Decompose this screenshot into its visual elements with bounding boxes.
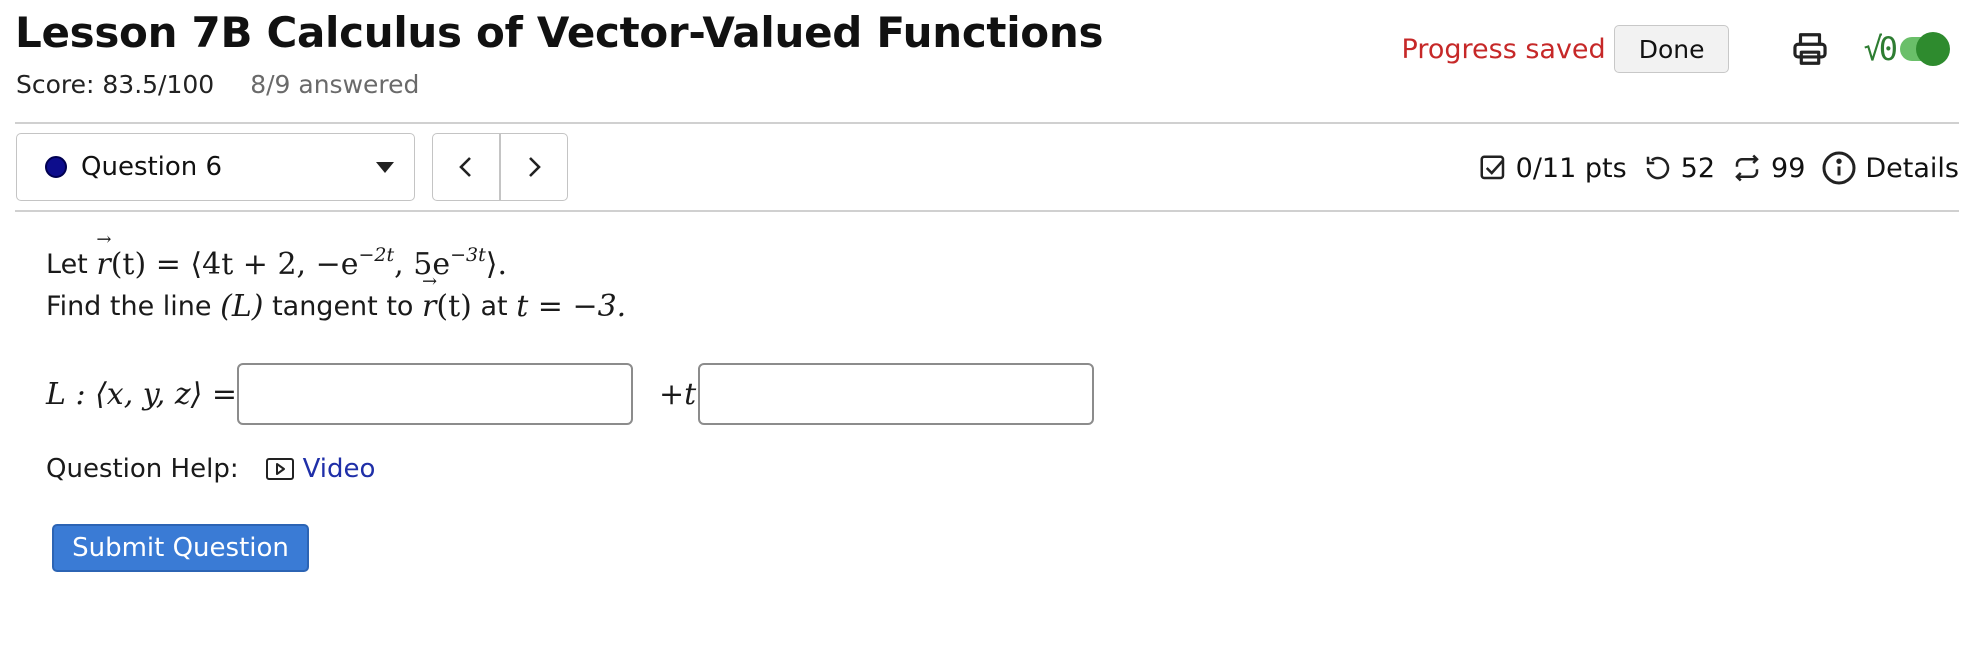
checkbox-icon <box>1480 155 1504 180</box>
question-selector-label: Question 6 <box>81 152 223 182</box>
video-icon[interactable] <box>265 456 295 482</box>
question-status-dot <box>45 156 67 178</box>
details-button[interactable]: Details <box>1821 150 1959 186</box>
r-argument: (t) <box>110 247 147 282</box>
question-nav-group <box>432 133 568 201</box>
exponent-1: −2t <box>358 244 395 266</box>
question-stats: 0/11 pts 52 99 Details <box>1478 148 1959 188</box>
vector-function-expression: r(t) = ⟨4t + 2, −e−2t, 5e−3t⟩. <box>96 229 507 282</box>
line-name: (L) <box>220 288 264 324</box>
line-equation-lhs: L : ⟨x, y, z⟩ = <box>46 376 238 412</box>
header-divider <box>15 122 1959 124</box>
equals-sign: = <box>155 247 181 282</box>
page-title: Lesson 7B Calculus of Vector-Valued Func… <box>15 8 1104 57</box>
chevron-left-icon <box>459 157 471 177</box>
previous-question-button[interactable] <box>433 134 499 200</box>
print-icon[interactable] <box>1791 30 1829 68</box>
find-text: Find the line <box>46 290 212 322</box>
vector-component-1: ⟨4t + 2, −e <box>190 247 359 282</box>
top-toolbar: Progress saved Done √0 <box>1401 24 1950 74</box>
vector-r-2: r <box>422 271 437 324</box>
let-word: Let <box>46 248 88 280</box>
answered-count: 8/9 answered <box>250 70 420 99</box>
toggle-knob <box>1916 32 1950 66</box>
question-line-2: Find the line (L) tangent to r(t) at t =… <box>46 271 627 327</box>
score-text: Score: 83.5/100 <box>16 70 215 99</box>
direction-answer-input[interactable] <box>698 363 1095 425</box>
info-icon <box>1822 151 1856 185</box>
question-line-1: Let r(t) = ⟨4t + 2, −e−2t, 5e−3t⟩. <box>46 229 626 285</box>
submit-question-button[interactable]: Submit Question <box>52 524 309 572</box>
math-entry-toggle[interactable]: √0 <box>1863 30 1950 68</box>
toggle-switch[interactable] <box>1900 32 1950 66</box>
caret-down-icon <box>376 162 394 173</box>
details-label: Details <box>1865 152 1959 184</box>
plus-t-label: +t <box>659 376 697 412</box>
done-button[interactable]: Done <box>1613 25 1730 73</box>
point-answer-input[interactable] <box>237 363 634 425</box>
retries-stat: 52 <box>1643 153 1715 184</box>
video-link[interactable]: Video <box>303 454 376 484</box>
answer-row: L : ⟨x, y, z⟩ = +t <box>46 362 1095 426</box>
nav-divider <box>15 210 1959 212</box>
progress-status: Progress saved <box>1401 33 1606 65</box>
vector-close: ⟩. <box>485 247 507 282</box>
exponent-2: −3t <box>450 244 486 266</box>
score-summary: Score: 83.5/100 8/9 answered <box>16 70 419 99</box>
question-help-label: Question Help: <box>46 454 239 484</box>
repeat-icon <box>1735 154 1759 182</box>
points-stat: 0/11 pts <box>1478 153 1627 184</box>
attempts-count: 99 <box>1771 152 1806 184</box>
r-argument-2: (t) <box>436 288 472 324</box>
points-text: 0/11 pts <box>1515 152 1627 184</box>
question-selector[interactable]: Question 6 <box>16 133 415 201</box>
chevron-right-icon <box>529 157 541 177</box>
attempts-stat: 99 <box>1731 153 1805 184</box>
question-help: Question Help: Video <box>46 454 375 484</box>
tangent-text: tangent to <box>272 290 414 322</box>
next-question-button[interactable] <box>499 134 567 200</box>
at-word: at <box>480 290 508 322</box>
retries-count: 52 <box>1680 152 1716 184</box>
question-text: Let r(t) = ⟨4t + 2, −e−2t, 5e−3t⟩. Find … <box>46 229 627 327</box>
t-value: t = −3. <box>516 288 627 324</box>
sqrt-icon: √0 <box>1863 30 1897 68</box>
undo-icon <box>1646 156 1669 180</box>
vector-r: r <box>96 229 111 282</box>
